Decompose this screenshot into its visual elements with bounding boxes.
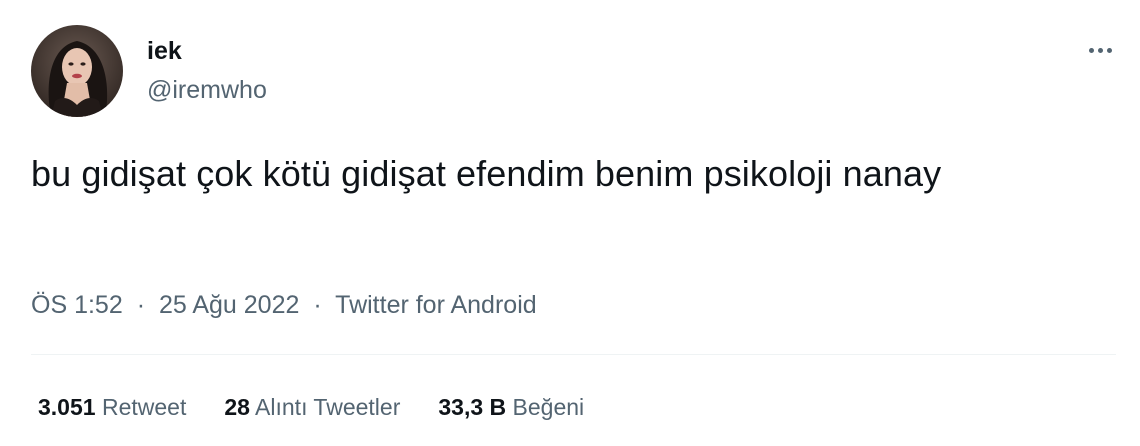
more-options-button[interactable] bbox=[1080, 38, 1120, 62]
more-horizontal-icon-dot bbox=[1106, 47, 1112, 53]
tweet-metadata: ÖS 1:52 · 25 Ağu 2022 · Twitter for Andr… bbox=[31, 288, 537, 322]
quote-count[interactable]: 28 Alıntı Tweetler bbox=[224, 392, 400, 422]
meta-separator: · bbox=[313, 291, 322, 319]
author-handle[interactable]: @iremwho bbox=[147, 75, 267, 105]
retweet-count-value: 3.051 bbox=[38, 394, 96, 420]
meta-separator: · bbox=[136, 291, 146, 319]
divider bbox=[31, 354, 1116, 355]
more-horizontal-icon bbox=[1088, 47, 1094, 53]
tweet-time[interactable]: ÖS 1:52 bbox=[31, 291, 123, 319]
tweet-card: iek @iremwho bu gidişat çok kötü gidişat… bbox=[0, 0, 1140, 446]
retweet-count-label: Retweet bbox=[101, 394, 187, 420]
tweet-text: bu gidişat çok kötü gidişat efendim beni… bbox=[31, 153, 942, 194]
tweet-source[interactable]: Twitter for Android bbox=[335, 291, 536, 319]
more-horizontal-icon-dot bbox=[1097, 47, 1103, 53]
quote-count-label: Alıntı Tweetler bbox=[255, 394, 401, 420]
author-display-name[interactable]: iek bbox=[147, 36, 182, 66]
retweet-count[interactable]: 3.051 Retweet bbox=[38, 392, 186, 422]
quote-count-value: 28 bbox=[224, 394, 250, 420]
tweet-date[interactable]: 25 Ağu 2022 bbox=[159, 291, 299, 319]
avatar[interactable] bbox=[31, 25, 123, 117]
avatar-photo-icon bbox=[31, 25, 123, 117]
like-count-label: Beğeni bbox=[512, 394, 585, 420]
like-count-value: 33,3 B bbox=[438, 394, 507, 420]
tweet-stats: 3.051 Retweet 28 Alıntı Tweetler 33,3 B … bbox=[38, 392, 622, 422]
like-count[interactable]: 33,3 B Beğeni bbox=[438, 392, 584, 422]
